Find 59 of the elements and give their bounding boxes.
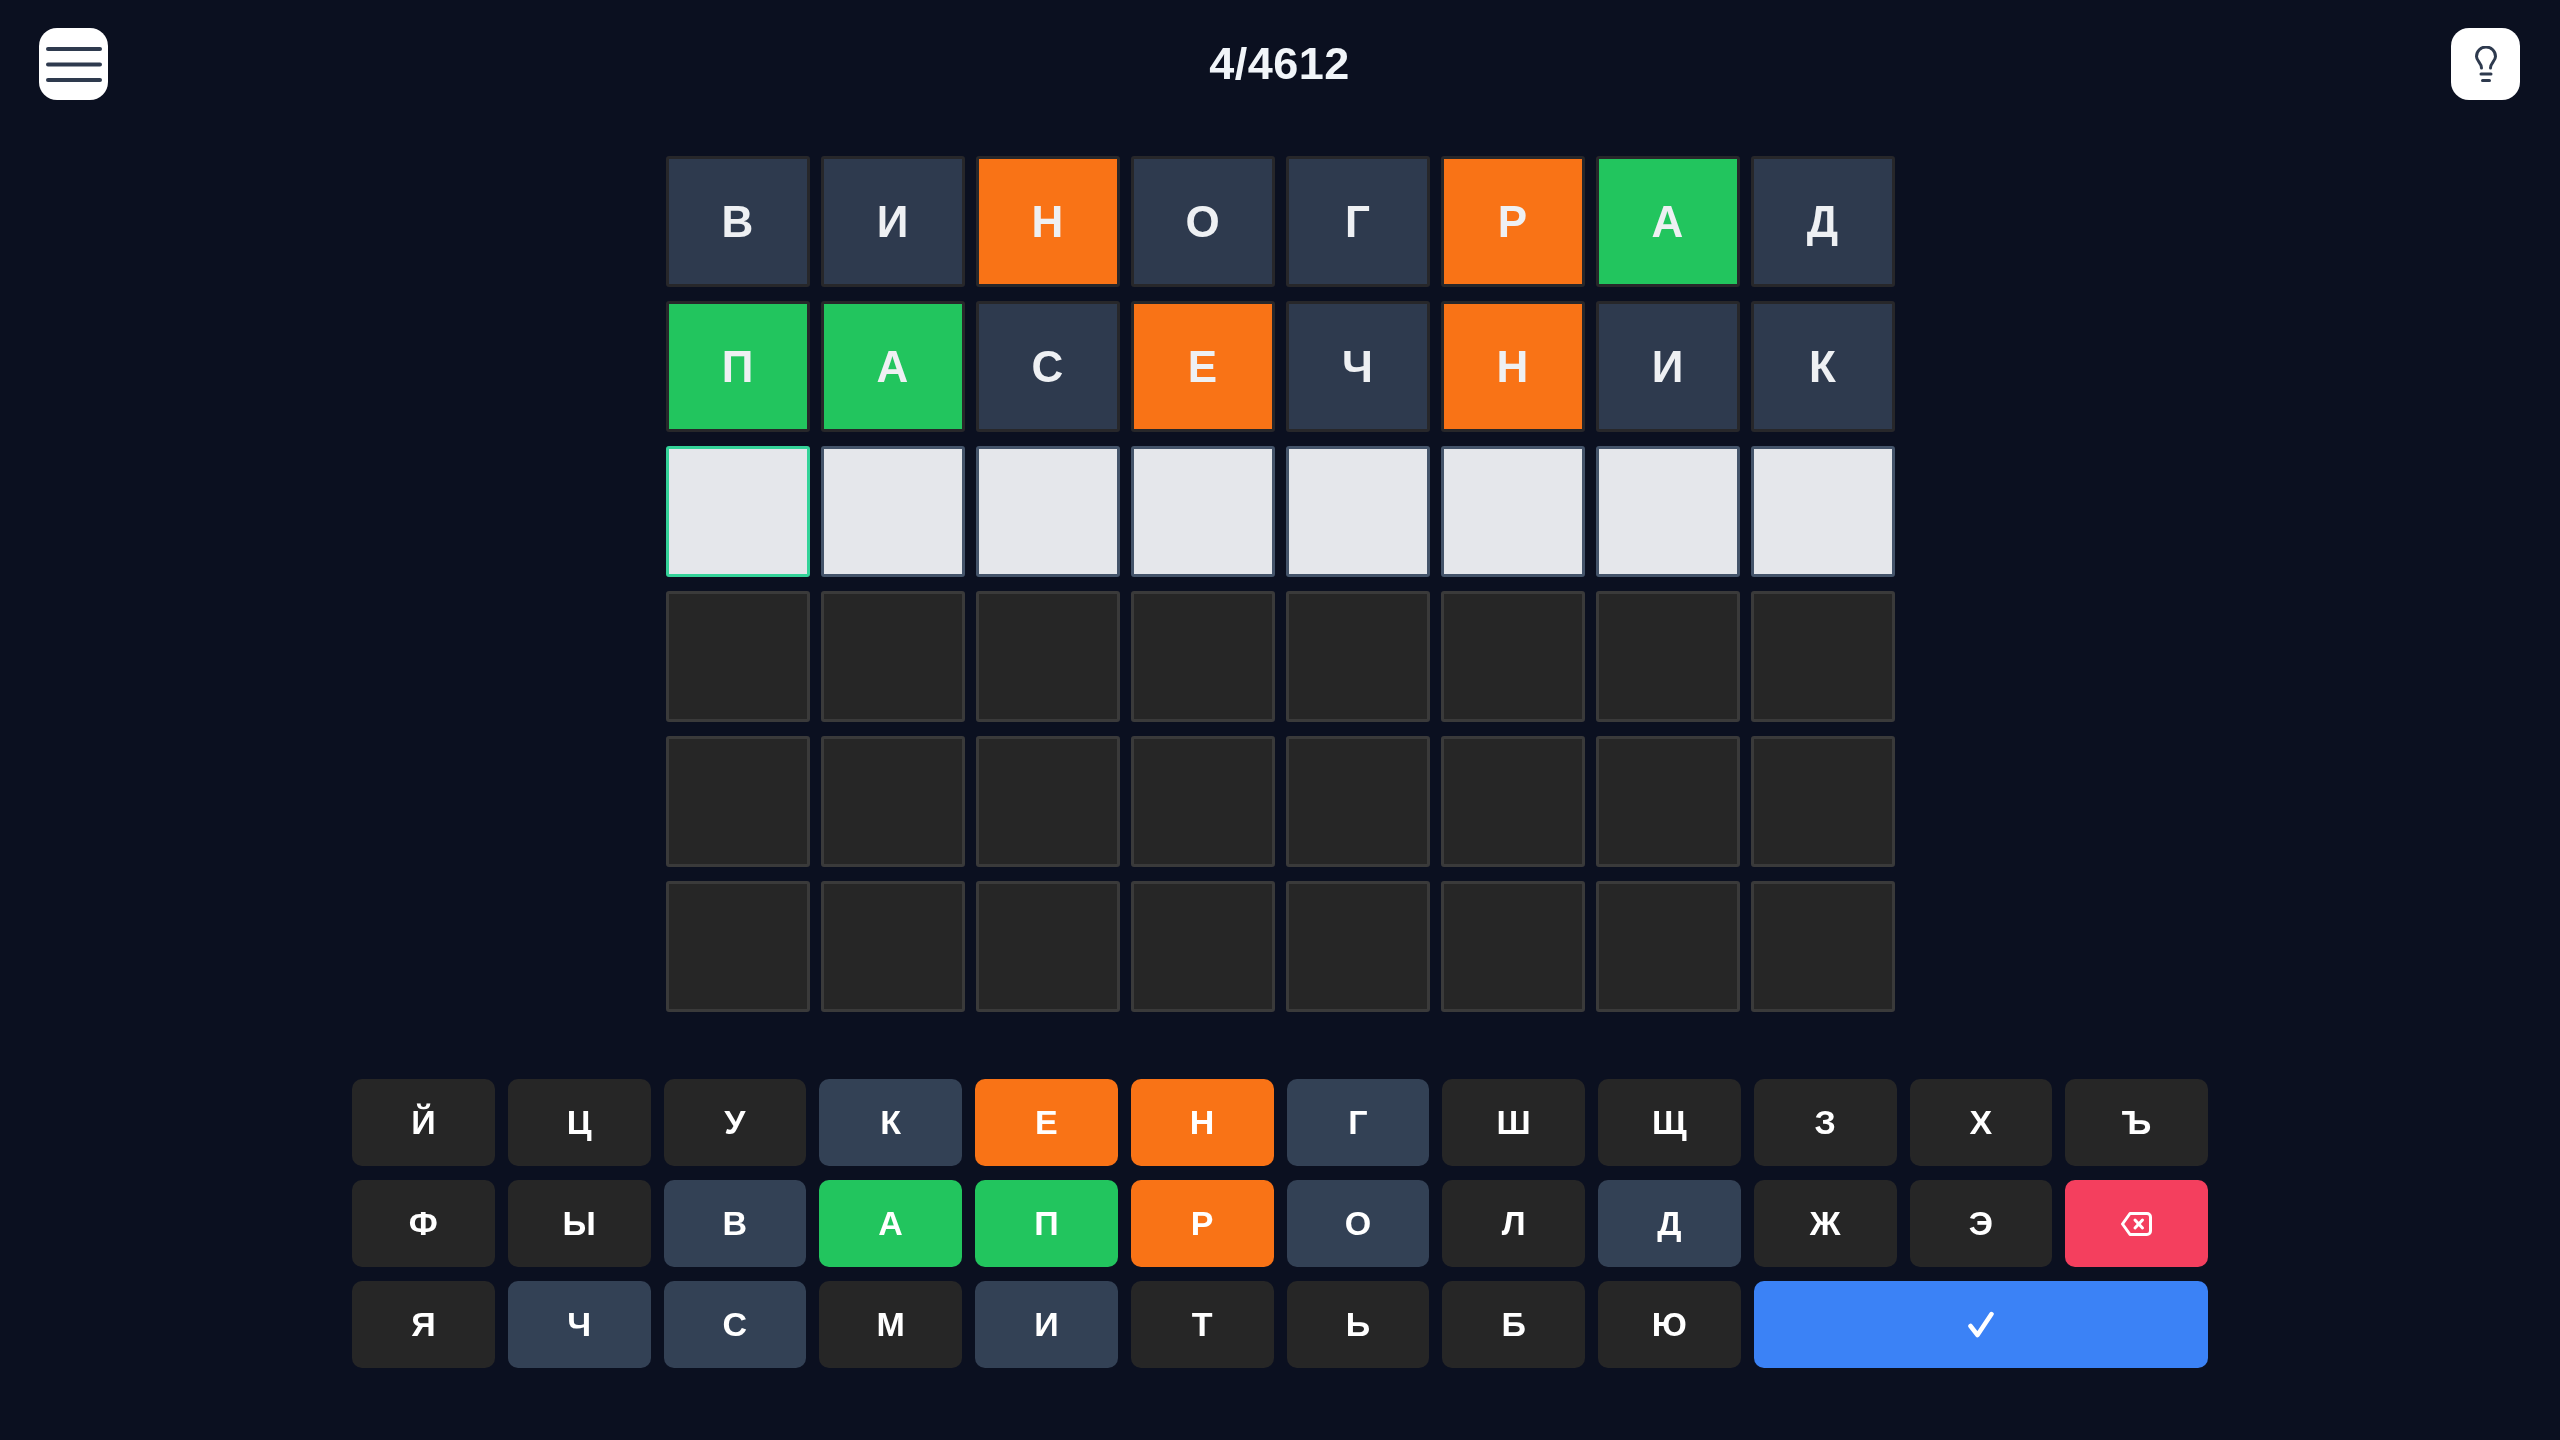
letter-input-field[interactable] <box>975 446 1120 577</box>
letter-input-field[interactable] <box>665 446 810 577</box>
menu-button[interactable] <box>39 28 108 100</box>
backspace-button[interactable] <box>2065 1180 2208 1267</box>
letter-input-field[interactable] <box>1130 446 1275 577</box>
keyboard-key[interactable]: Ы <box>507 1180 651 1267</box>
keyboard-key[interactable]: Я <box>352 1281 495 1368</box>
keyboard-key[interactable]: Х <box>1909 1079 2053 1166</box>
keyboard-key[interactable]: Д <box>1598 1180 1741 1267</box>
keyboard-key[interactable]: О <box>1286 1180 1430 1267</box>
letter-tile: Ч <box>1285 301 1430 432</box>
keyboard-key[interactable]: Т <box>1130 1281 1274 1368</box>
letter-input-field[interactable] <box>1750 446 1895 577</box>
keyboard-key[interactable]: У <box>663 1079 807 1166</box>
letter-tile: С <box>975 301 1120 432</box>
letter-input-field[interactable] <box>1595 446 1740 577</box>
keyboard-key[interactable]: Й <box>352 1079 495 1166</box>
keyboard-key[interactable]: Ь <box>1286 1281 1430 1368</box>
letter-tile: И <box>820 156 965 287</box>
keyboard-key[interactable]: Ч <box>507 1281 651 1368</box>
letter-tile: И <box>1595 301 1740 432</box>
letter-tile: К <box>1750 301 1895 432</box>
check-icon <box>1967 1311 1994 1338</box>
backspace-icon <box>2121 1211 2153 1236</box>
keyboard-key[interactable]: Э <box>1909 1180 2053 1267</box>
hint-button[interactable] <box>2451 28 2520 100</box>
menu-icon <box>45 46 102 82</box>
letter-tile: Г <box>1285 156 1430 287</box>
keyboard-key[interactable]: Ц <box>507 1079 651 1166</box>
letter-tile: Н <box>1440 301 1585 432</box>
keyboard-key[interactable]: Г <box>1286 1079 1430 1166</box>
letter-tile: П <box>665 301 810 432</box>
letter-tile: О <box>1130 156 1275 287</box>
keyboard-key[interactable]: Ф <box>352 1180 495 1267</box>
keyboard-key[interactable]: Ш <box>1442 1079 1585 1166</box>
keyboard-key[interactable]: З <box>1753 1079 1897 1166</box>
letter-tile: В <box>665 156 810 287</box>
keyboard-key[interactable]: М <box>819 1281 962 1368</box>
keyboard-key[interactable]: И <box>975 1281 1118 1368</box>
letter-tile: А <box>1595 156 1740 287</box>
letter-tile: Е <box>1130 301 1275 432</box>
keyboard-key[interactable]: Ъ <box>2065 1079 2208 1166</box>
keyboard-key[interactable]: Щ <box>1598 1079 1741 1166</box>
letter-tile: А <box>820 301 965 432</box>
letter-input-field[interactable] <box>1285 446 1430 577</box>
keyboard-key[interactable]: С <box>663 1281 807 1368</box>
lightbulb-icon <box>2474 45 2497 83</box>
keyboard-key[interactable]: Ю <box>1598 1281 1741 1368</box>
keyboard-key[interactable]: К <box>819 1079 962 1166</box>
letter-tile: Н <box>975 156 1120 287</box>
puzzle-counter: 4/4612 <box>1209 38 1350 90</box>
keyboard-key[interactable]: В <box>663 1180 807 1267</box>
letter-input-field[interactable] <box>1440 446 1585 577</box>
letter-tile: Д <box>1750 156 1895 287</box>
letter-input-field[interactable] <box>820 446 965 577</box>
letter-tile: Р <box>1440 156 1585 287</box>
keyboard-key[interactable]: Б <box>1442 1281 1585 1368</box>
keyboard-key[interactable]: Л <box>1442 1180 1585 1267</box>
keyboard-key[interactable]: Ж <box>1753 1180 1897 1267</box>
